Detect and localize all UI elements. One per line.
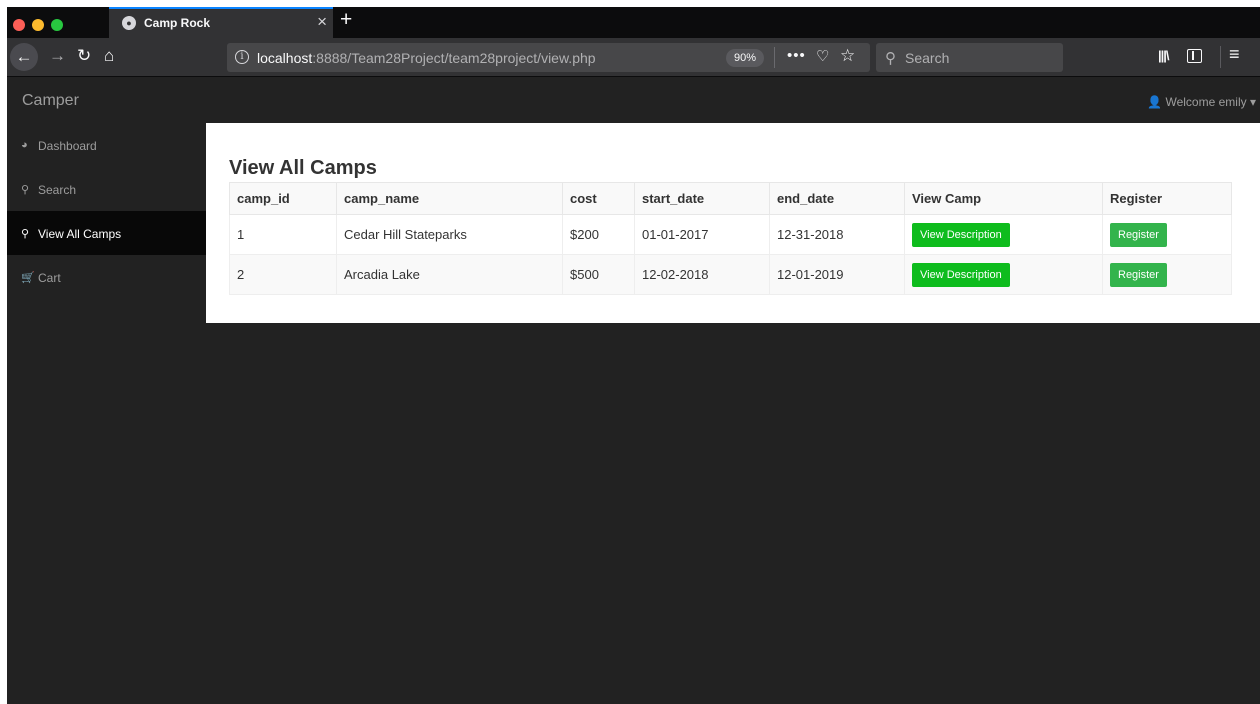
column-header: start_date: [634, 182, 770, 215]
library-icon[interactable]: |||\: [1158, 48, 1169, 63]
caret-down-icon: ▾: [1249, 95, 1256, 109]
sidebar-item-view-all-camps[interactable]: ⚲ View All Camps: [7, 211, 206, 255]
cell-register: Register: [1102, 214, 1232, 255]
cell-view-camp: View Description: [904, 254, 1103, 295]
sidebar-item-label: Dashboard: [38, 139, 97, 153]
cell-start-date: 01-01-2017: [634, 214, 770, 255]
info-icon[interactable]: i: [235, 50, 249, 64]
reload-button[interactable]: ↻: [77, 46, 91, 66]
url-bar[interactable]: i localhost:8888/Team28Project/team28pro…: [227, 43, 870, 72]
close-window-button[interactable]: [13, 19, 25, 31]
brand-link[interactable]: Camper: [22, 92, 79, 110]
cell-start-date: 12-02-2018: [634, 254, 770, 295]
user-icon: 👤: [1147, 95, 1163, 109]
sidebar-item-dashboard[interactable]: ◕ Dashboard: [7, 123, 206, 167]
cell-camp-name: Cedar Hill Stateparks: [336, 214, 563, 255]
nav-toolbar: ← → ↻ ⌂ i localhost:8888/Team28Project/t…: [7, 38, 1260, 77]
sidebar-item-label: Search: [38, 183, 77, 197]
bookmark-star-icon[interactable]: ☆: [840, 46, 855, 66]
cell-camp-id: 2: [229, 254, 337, 295]
maximize-window-button[interactable]: [51, 19, 63, 31]
url-host: localhost: [257, 50, 313, 66]
mammoth-favicon-icon: ●: [122, 16, 136, 30]
user-menu-toggle[interactable]: 👤 Welcome emily ▾: [1147, 95, 1256, 109]
zoom-indicator[interactable]: 90%: [726, 49, 764, 67]
register-button[interactable]: Register: [1110, 263, 1167, 287]
sidebar-item-label: Cart: [38, 271, 61, 285]
minimize-window-button[interactable]: [32, 19, 44, 31]
cell-end-date: 12-01-2019: [769, 254, 905, 295]
site-header: Camper 👤 Welcome emily ▾: [7, 78, 1260, 123]
camps-table: camp_id camp_name cost start_date end_da…: [229, 182, 1232, 295]
sidebar-toggle-icon[interactable]: [1187, 49, 1202, 63]
browser-tab[interactable]: ● Camp Rock ×: [109, 7, 333, 38]
cell-cost: $200: [562, 214, 635, 255]
pocket-icon[interactable]: ♡: [816, 47, 829, 65]
main-content: View All Camps camp_id camp_name cost st…: [206, 123, 1260, 323]
view-description-button[interactable]: View Description: [912, 223, 1010, 247]
column-header: View Camp: [904, 182, 1103, 215]
tachometer-icon: ◕: [21, 139, 28, 151]
table-row: 1 Cedar Hill Stateparks $200 01-01-2017 …: [229, 214, 1232, 255]
tab-strip: ● Camp Rock × +: [7, 7, 1260, 38]
hamburger-menu-icon[interactable]: ≡: [1229, 44, 1240, 65]
column-header: cost: [562, 182, 635, 215]
search-icon: ⚲: [21, 228, 30, 240]
url-path: :8888/Team28Project/team28project/view.p…: [312, 50, 596, 66]
toolbar-divider: [1220, 46, 1221, 68]
column-header: Register: [1102, 182, 1232, 215]
search-placeholder: Search: [905, 50, 950, 66]
view-description-button[interactable]: View Description: [912, 263, 1010, 287]
page-title: View All Camps: [229, 157, 377, 179]
new-tab-button[interactable]: +: [340, 8, 352, 32]
cell-end-date: 12-31-2018: [769, 214, 905, 255]
search-icon: ⚲: [885, 50, 896, 67]
register-button[interactable]: Register: [1110, 223, 1167, 247]
forward-button[interactable]: →: [49, 46, 66, 66]
sidebar-item-label: View All Camps: [38, 227, 122, 241]
url-bar-divider: [774, 47, 775, 68]
column-header: camp_name: [336, 182, 563, 215]
search-bar[interactable]: ⚲ Search: [876, 43, 1063, 72]
home-button[interactable]: ⌂: [104, 46, 114, 66]
cell-cost: $500: [562, 254, 635, 295]
column-header: end_date: [769, 182, 905, 215]
url-text[interactable]: localhost:8888/Team28Project/team28proje…: [257, 50, 596, 66]
cell-camp-id: 1: [229, 214, 337, 255]
sidebar-nav: ◕ Dashboard ⚲ Search ⚲ View All Camps 🛒 …: [7, 123, 206, 299]
close-tab-icon[interactable]: ×: [317, 12, 327, 32]
table-row: 2 Arcadia Lake $500 12-02-2018 12-01-201…: [229, 254, 1232, 295]
column-header: camp_id: [229, 182, 337, 215]
back-button[interactable]: ←: [10, 43, 38, 71]
cart-icon: 🛒: [21, 272, 35, 284]
tab-title: Camp Rock: [144, 16, 211, 30]
table-header-row: camp_id camp_name cost start_date end_da…: [229, 182, 1232, 215]
sidebar-item-search[interactable]: ⚲ Search: [7, 167, 206, 211]
more-actions-icon[interactable]: •••: [787, 47, 806, 64]
browser-window: ● Camp Rock × + ← → ↻ ⌂ i localhost:8888…: [7, 7, 1260, 704]
welcome-text: Welcome emily: [1165, 95, 1247, 109]
cell-view-camp: View Description: [904, 214, 1103, 255]
sidebar-item-cart[interactable]: 🛒 Cart: [7, 255, 206, 299]
cell-camp-name: Arcadia Lake: [336, 254, 563, 295]
search-icon: ⚲: [21, 184, 30, 196]
cell-register: Register: [1102, 254, 1232, 295]
